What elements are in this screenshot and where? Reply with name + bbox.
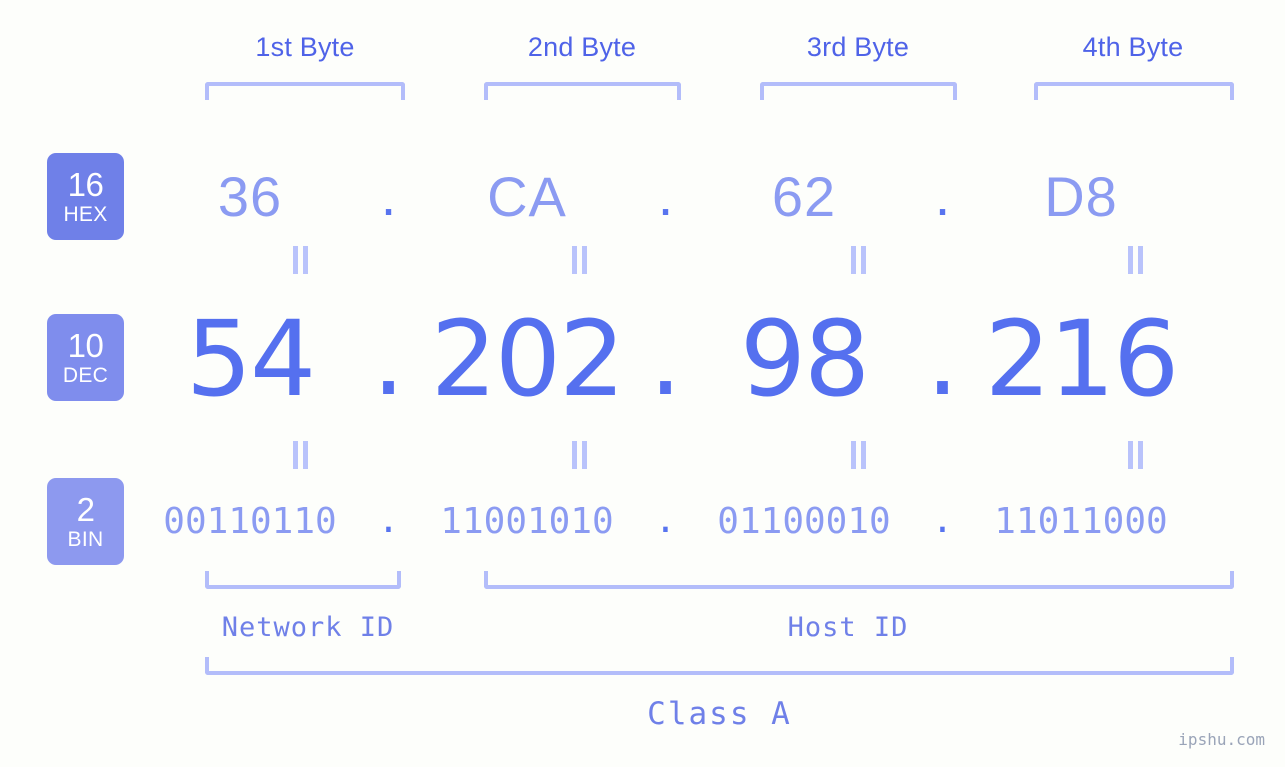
class-bracket (205, 657, 1234, 675)
bin-separator-1: . (377, 499, 400, 541)
hex-byte-4: D8 (1044, 164, 1118, 228)
bin-separator-3: . (931, 499, 954, 541)
base-badge-bin-label: BIN (67, 528, 104, 551)
dec-separator-1: . (371, 297, 406, 420)
host-id-label: Host ID (787, 612, 909, 643)
base-badge-bin-number: 2 (76, 491, 95, 528)
dec-separator-3: . (925, 297, 960, 420)
byte-bracket-3 (760, 82, 957, 100)
base-badge-hex: 16 HEX (47, 153, 124, 240)
base-badge-bin: 2 BIN (47, 478, 124, 565)
byte-header-1: 1st Byte (255, 32, 355, 62)
network-id-label: Network ID (221, 612, 395, 643)
bin-byte-1: 00110110 (163, 500, 337, 542)
network-id-bracket (205, 571, 401, 589)
bin-byte-2: 11001010 (440, 500, 614, 542)
hex-byte-1: 36 (217, 164, 283, 228)
byte-bracket-2 (484, 82, 681, 100)
base-badge-hex-label: HEX (63, 203, 108, 226)
base-badge-dec-number: 10 (67, 327, 104, 364)
dec-separator-2: . (648, 297, 683, 420)
byte-bracket-4 (1034, 82, 1234, 100)
ip-breakdown-diagram: 1st Byte 2nd Byte 3rd Byte 4th Byte 16 H… (0, 0, 1285, 767)
dec-value-row: 54 . 202 . 98 . 216 (150, 296, 1260, 422)
hex-separator-3: . (934, 163, 951, 227)
class-label: Class A (647, 696, 792, 732)
byte-header-2: 2nd Byte (527, 32, 637, 62)
equals-icon-dec-bin-3 (848, 441, 870, 469)
equals-icon-dec-bin-1 (290, 441, 312, 469)
dec-byte-4: 216 (984, 298, 1180, 420)
base-badge-dec: 10 DEC (47, 314, 124, 401)
bin-value-row: 00110110 . 11001010 . 01100010 . 1101100… (150, 486, 1260, 556)
site-watermark: ipshu.com (1178, 730, 1265, 749)
bin-byte-4: 11011000 (994, 500, 1168, 542)
host-id-bracket (484, 571, 1234, 589)
base-badge-hex-number: 16 (67, 166, 104, 203)
equals-icon-dec-bin-2 (569, 441, 591, 469)
byte-bracket-1 (205, 82, 405, 100)
equals-icon-hex-dec-3 (848, 246, 870, 274)
hex-byte-2: CA (487, 164, 567, 228)
base-badge-dec-label: DEC (62, 364, 109, 387)
bin-separator-2: . (654, 499, 677, 541)
dec-byte-1: 54 (185, 298, 316, 420)
dec-byte-3: 98 (739, 298, 870, 420)
byte-header-3: 3rd Byte (806, 32, 910, 62)
equals-icon-dec-bin-4 (1125, 441, 1147, 469)
dec-byte-2: 202 (430, 298, 626, 420)
hex-byte-3: 62 (771, 164, 837, 228)
hex-separator-2: . (657, 163, 674, 227)
hex-value-row: 36 . CA . 62 . D8 (150, 148, 1260, 244)
byte-header-4: 4th Byte (1082, 32, 1184, 62)
equals-icon-hex-dec-4 (1125, 246, 1147, 274)
bin-byte-3: 01100010 (717, 500, 891, 542)
equals-icon-hex-dec-2 (569, 246, 591, 274)
hex-separator-1: . (380, 163, 397, 227)
equals-icon-hex-dec-1 (290, 246, 312, 274)
